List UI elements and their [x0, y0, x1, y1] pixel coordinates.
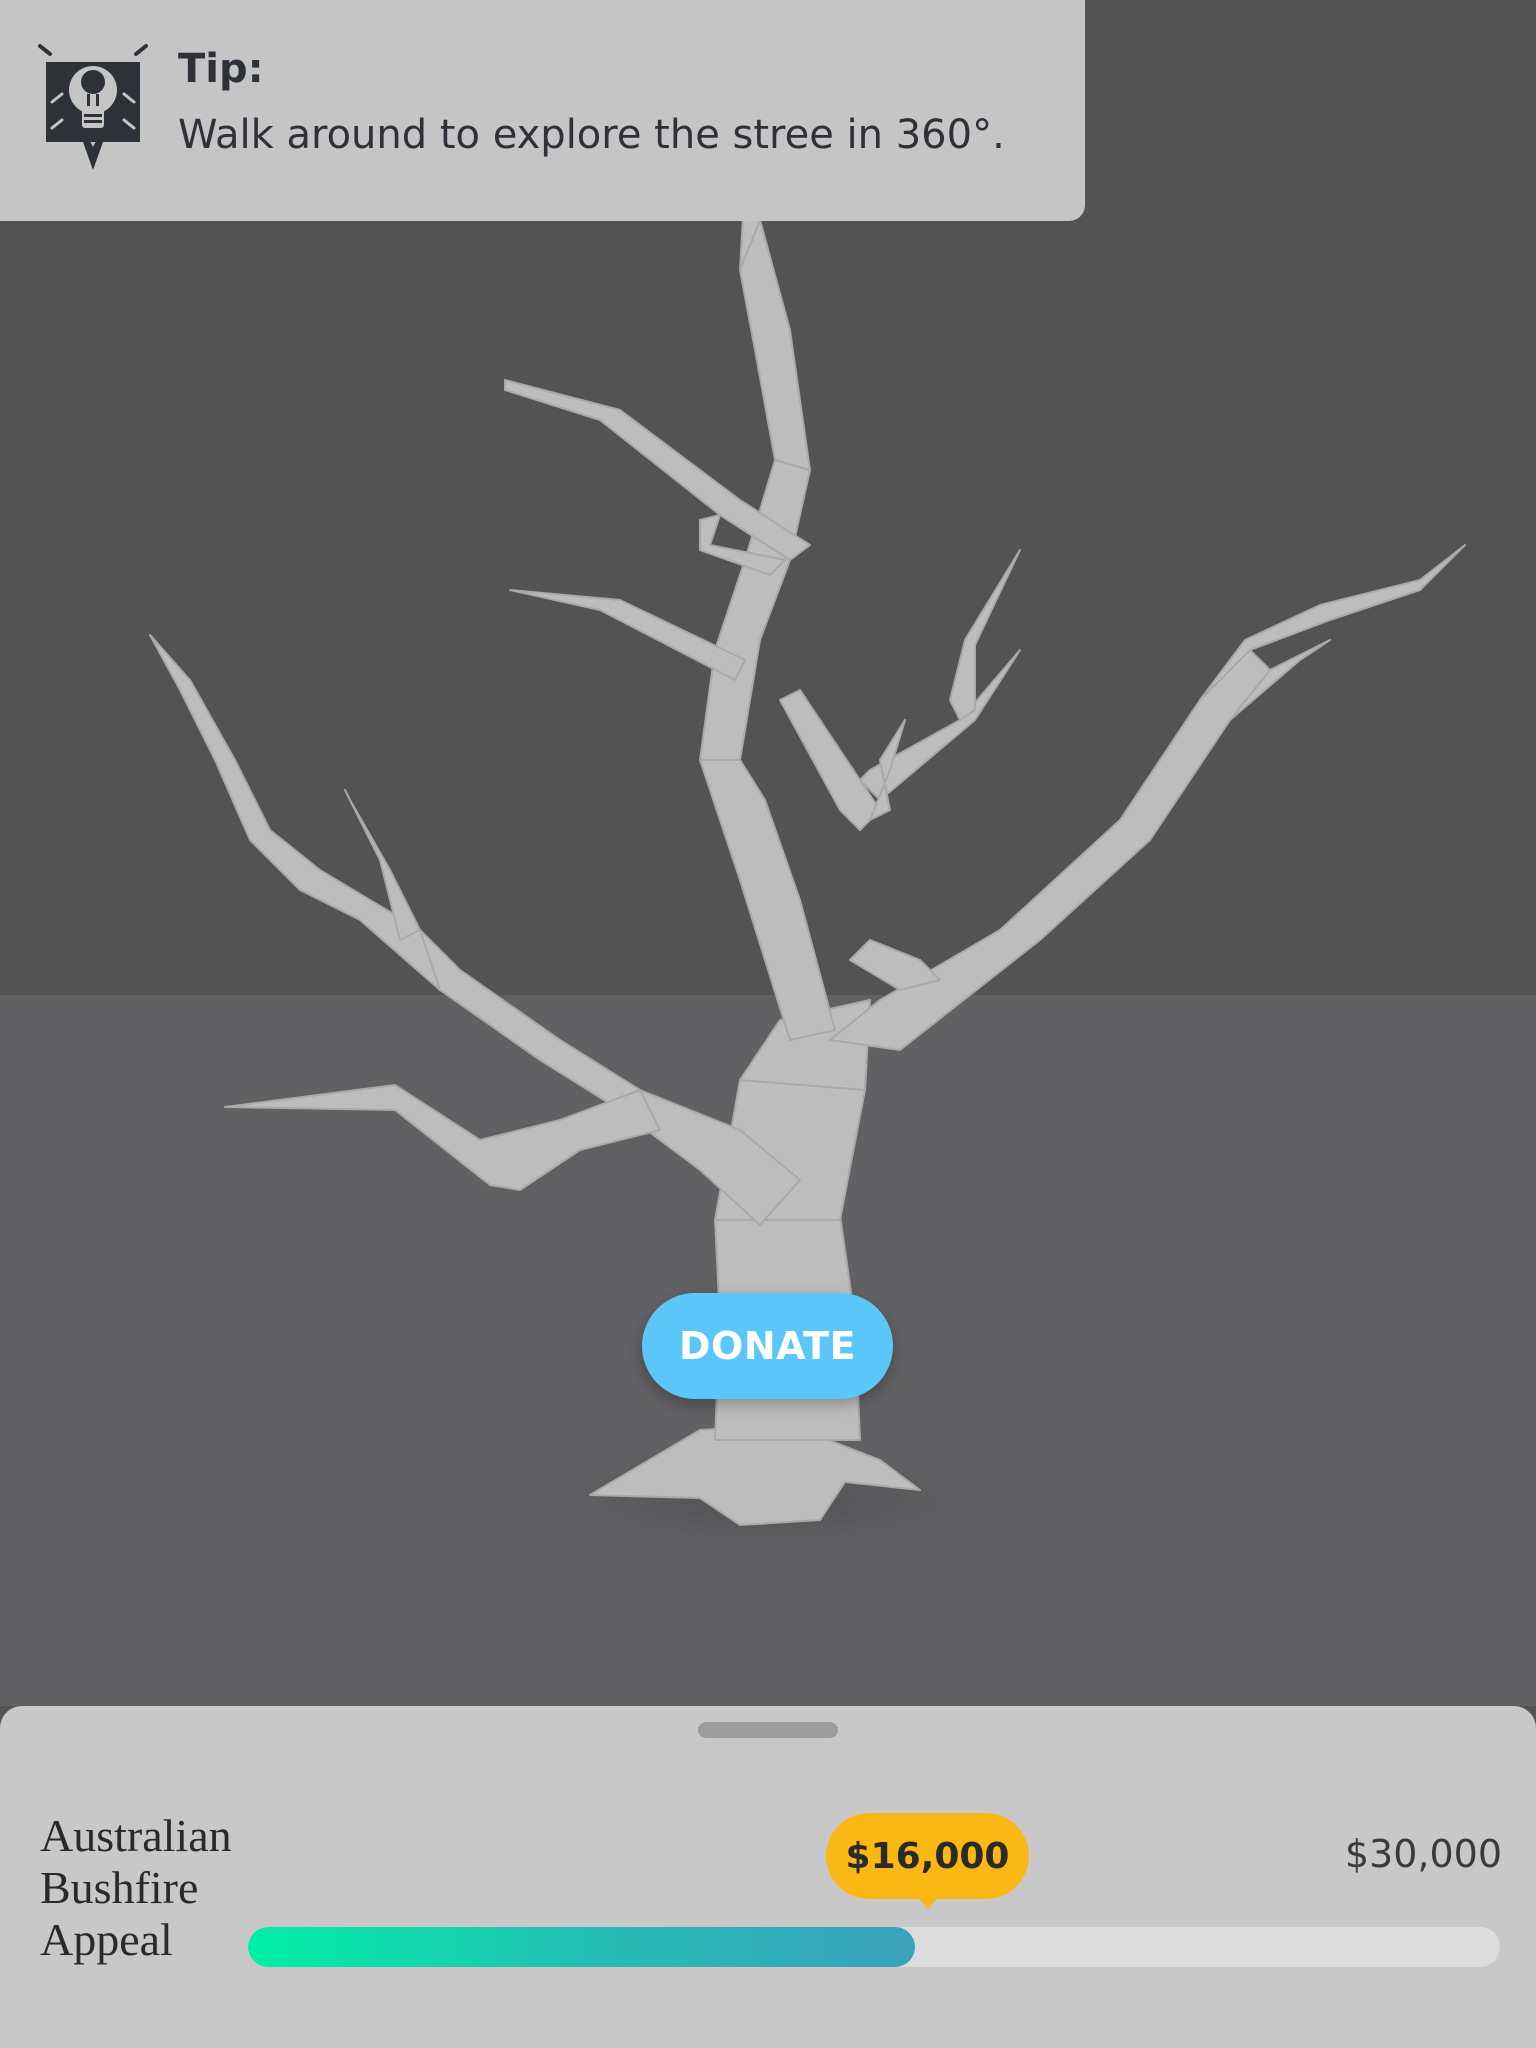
donate-button[interactable]: DONATE: [642, 1293, 893, 1399]
progress-track: [248, 1927, 1500, 1967]
tip-title: Tip:: [178, 46, 264, 92]
appeal-name: Australian Bushfire Appeal: [40, 1810, 232, 1965]
tip-text: Walk around to explore the stree in 360°…: [178, 112, 1005, 158]
lightbulb-icon: [38, 44, 148, 170]
sheet-drag-handle[interactable]: [698, 1722, 838, 1738]
raised-badge-pointer: [916, 1895, 940, 1909]
ar-scene-view[interactable]: [0, 0, 1536, 1706]
bottom-sheet[interactable]: Australian Bushfire Appeal $16,000 $30,0…: [0, 1706, 1536, 2048]
progress-fill: [248, 1927, 916, 1967]
tip-banner: Tip: Walk around to explore the stree in…: [0, 0, 1085, 221]
raised-amount-badge: $16,000: [826, 1813, 1029, 1899]
goal-amount: $30,000: [1344, 1832, 1502, 1876]
bare-tree-model: [149, 89, 1466, 1570]
